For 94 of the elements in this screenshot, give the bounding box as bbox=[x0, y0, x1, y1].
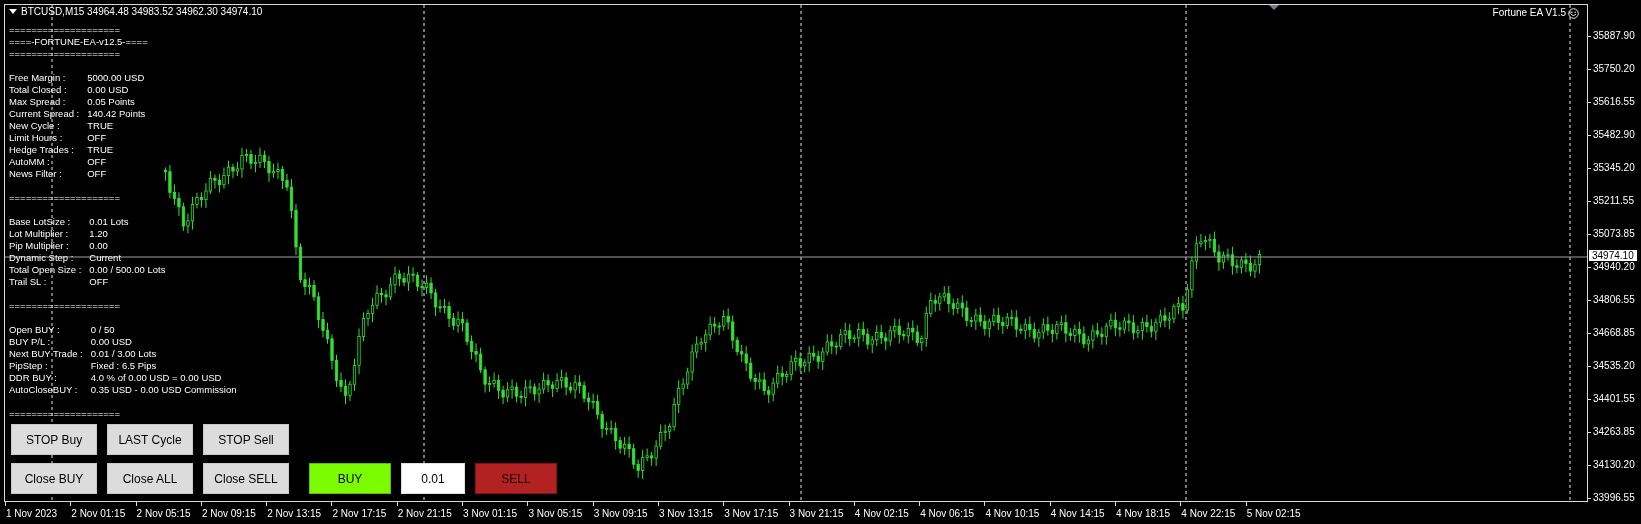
info-label: PipStep : bbox=[9, 360, 49, 372]
time-label: 2 Nov 01:15 bbox=[70, 502, 136, 524]
info-value: 0.00 bbox=[89, 240, 109, 252]
time-label: 2 Nov 13:15 bbox=[266, 502, 332, 524]
info-value: 5000.00 USD bbox=[87, 72, 146, 84]
price-label: 35073.85 bbox=[1588, 228, 1641, 240]
time-label: 4 Nov 14:15 bbox=[1049, 502, 1116, 524]
info-label: DDR BUY : bbox=[9, 372, 58, 384]
price-label: 35211.55 bbox=[1588, 195, 1641, 207]
ea-label: Fortune EA V1.5 bbox=[1492, 7, 1566, 19]
info-value: 0.05 Points bbox=[87, 96, 136, 108]
chart-title: BTCUSD,M15 34964.48 34983.52 34962.30 34974.10 bbox=[21, 6, 263, 18]
time-label: 4 Nov 06:15 bbox=[919, 502, 985, 524]
info-label: Free Margin : bbox=[9, 72, 67, 84]
divider-text: ==================== bbox=[9, 24, 121, 36]
time-label: 3 Nov 13:15 bbox=[657, 502, 724, 524]
info-label: Pip Multiplier : bbox=[9, 240, 70, 252]
time-label: 3 Nov 05:15 bbox=[527, 502, 593, 524]
info-value: 0.00 / 500.00 Lots bbox=[89, 264, 166, 276]
price-label: 35616.55 bbox=[1588, 96, 1641, 108]
lot-size-field[interactable]: 0.01 bbox=[401, 463, 465, 494]
price-label: 34401.55 bbox=[1588, 393, 1641, 405]
price-label: 34806.55 bbox=[1588, 294, 1641, 306]
info-value: 0.00 USD bbox=[90, 336, 133, 348]
info-label: BUY P/L : bbox=[9, 336, 52, 348]
price-label: 35345.20 bbox=[1588, 162, 1641, 174]
info-value: 0 / 50 bbox=[90, 324, 116, 336]
info-value: OFF bbox=[89, 276, 110, 288]
price-label: 35482.90 bbox=[1588, 129, 1641, 141]
info-label: Open BUY : bbox=[9, 324, 61, 336]
time-label: 1 Nov 2023 bbox=[5, 502, 71, 524]
info-value: Fixed : 6.5 Pips bbox=[90, 360, 158, 372]
info-label: Next BUY Trade : bbox=[9, 348, 83, 360]
time-label: 2 Nov 09:15 bbox=[200, 502, 267, 524]
divider-text: ==================== bbox=[9, 192, 120, 204]
price-label: 34940.20 bbox=[1588, 261, 1641, 273]
trade-button[interactable]: Close BUY bbox=[11, 463, 97, 494]
trade-button[interactable]: STOP Buy bbox=[11, 424, 97, 455]
time-label: 2 Nov 17:15 bbox=[331, 502, 397, 524]
info-value: 0.01 Lots bbox=[89, 216, 130, 228]
info-value: OFF bbox=[87, 168, 108, 180]
time-label: 2 Nov 05:15 bbox=[135, 502, 201, 524]
trade-button[interactable]: Close SELL bbox=[203, 463, 289, 494]
info-label: Total Open Size : bbox=[9, 264, 82, 276]
info-label: AutoCloseBUY : bbox=[9, 384, 79, 396]
info-label: Current Spread : bbox=[9, 108, 80, 120]
time-label: 5 Nov 02:15 bbox=[1245, 502, 1311, 524]
trade-button[interactable]: BUY bbox=[309, 463, 391, 494]
info-label: AutoMM : bbox=[9, 156, 51, 168]
info-label: Base LotSize : bbox=[9, 216, 72, 228]
info-value: 0.00 USD bbox=[87, 84, 130, 96]
divider-text: ==================== bbox=[9, 300, 120, 312]
divider-text: ==================== bbox=[9, 408, 120, 420]
info-value: Current bbox=[89, 252, 123, 264]
info-label: Total Closed : bbox=[9, 84, 68, 96]
price-label: 33996.55 bbox=[1588, 492, 1641, 504]
info-value: 0.01 / 3.00 Lots bbox=[90, 348, 158, 360]
info-value: OFF bbox=[87, 132, 108, 144]
price-label: 35887.90 bbox=[1588, 30, 1641, 42]
info-value: TRUE bbox=[87, 120, 115, 132]
info-value: 0.35 USD - 0.00 USD Commission bbox=[90, 384, 237, 396]
price-label: 34535.20 bbox=[1588, 360, 1641, 372]
time-label: 4 Nov 10:15 bbox=[984, 502, 1050, 524]
info-label: News Filter : bbox=[9, 168, 63, 180]
info-label: Trail SL : bbox=[9, 276, 48, 288]
price-label: 34263.85 bbox=[1588, 426, 1641, 438]
price-label: 34130.20 bbox=[1588, 459, 1641, 471]
divider-text: ==================== bbox=[9, 48, 121, 60]
info-label: Limit Hours : bbox=[9, 132, 64, 144]
time-label: 2 Nov 21:15 bbox=[396, 502, 463, 524]
info-label: Dynamic Step : bbox=[9, 252, 75, 264]
info-value: TRUE bbox=[87, 144, 115, 156]
time-label: 3 Nov 09:15 bbox=[592, 502, 658, 524]
info-label: Max Spread : bbox=[9, 96, 67, 108]
info-label: Lot Multiplier : bbox=[9, 228, 70, 240]
info-label: New Cycle : bbox=[9, 120, 61, 132]
time-label: 3 Nov 01:15 bbox=[462, 502, 528, 524]
info-value: OFF bbox=[87, 156, 108, 168]
time-label: 4 Nov 22:15 bbox=[1180, 502, 1246, 524]
price-label: 34668.85 bbox=[1588, 327, 1641, 339]
info-value: 4.0 % of 0.00 USD = 0.00 USD bbox=[90, 372, 223, 384]
panel-title: ====-FORTUNE-EA-v12.5-==== bbox=[9, 36, 148, 48]
current-price-label: 34974.10 bbox=[1589, 250, 1637, 261]
time-label: 3 Nov 17:15 bbox=[723, 502, 789, 524]
trade-button[interactable]: Close ALL bbox=[107, 463, 193, 494]
time-label: 3 Nov 21:15 bbox=[788, 502, 854, 524]
info-label: Hedge Trades : bbox=[9, 144, 75, 156]
trade-button[interactable]: LAST Cycle bbox=[107, 424, 193, 455]
trade-button[interactable]: STOP Sell bbox=[203, 424, 289, 455]
time-label: 4 Nov 02:15 bbox=[853, 502, 920, 524]
time-label: 4 Nov 18:15 bbox=[1115, 502, 1181, 524]
info-value: 140.42 Points bbox=[87, 108, 146, 120]
info-value: 1.20 bbox=[89, 228, 109, 240]
price-label: 35750.20 bbox=[1588, 63, 1641, 75]
